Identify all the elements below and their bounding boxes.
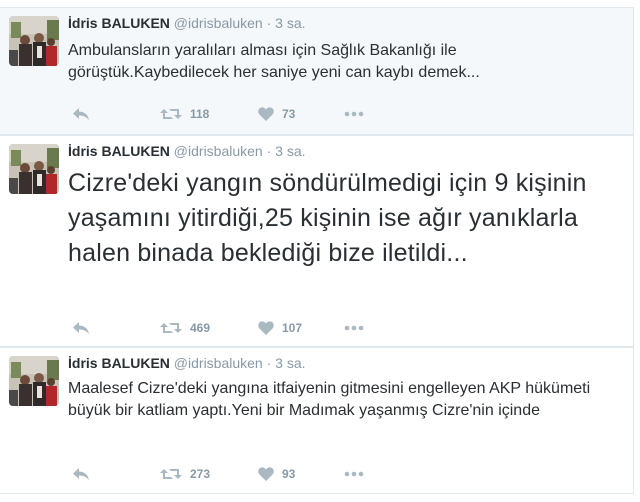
like-button[interactable]: 93	[258, 467, 316, 481]
tweet-actions: 273 93	[72, 464, 392, 484]
screen-name[interactable]: @idrisbaluken	[174, 355, 263, 371]
screen-name[interactable]: @idrisbaluken	[174, 143, 263, 159]
separator-dot: ·	[266, 355, 272, 371]
avatar[interactable]	[9, 16, 59, 66]
like-button[interactable]: 107	[258, 321, 316, 335]
fullname[interactable]: İdris BALUKEN	[68, 15, 170, 31]
reply-button[interactable]	[72, 107, 132, 121]
tweet-header: İdris BALUKEN @idrisbaluken · 3 sa.	[68, 354, 306, 372]
fullname[interactable]: İdris BALUKEN	[68, 355, 170, 371]
avatar-image	[9, 144, 59, 194]
reply-arrow-icon	[73, 108, 89, 120]
retweet-icon	[160, 109, 182, 119]
retweet-icon	[160, 469, 182, 479]
separator-dot: ·	[266, 15, 272, 31]
tweet-actions: 469 107	[72, 318, 392, 338]
tweet-feed: İdris BALUKEN @idrisbaluken · 3 sa. Ambu…	[0, 0, 640, 502]
retweet-button[interactable]: 469	[160, 321, 230, 335]
tweet-text: Cizre'deki yangın söndürülmedigi için 9 …	[68, 169, 587, 267]
retweet-count: 469	[190, 321, 211, 335]
more-button[interactable]	[344, 471, 364, 477]
like-button[interactable]: 73	[258, 107, 316, 121]
tweet-actions: 118 73	[72, 104, 392, 124]
avatar-image	[9, 356, 59, 406]
retweet-button[interactable]: 118	[160, 107, 230, 121]
reply-button[interactable]	[72, 467, 132, 481]
reply-button[interactable]	[72, 321, 132, 335]
more-button[interactable]	[344, 325, 364, 331]
tweet-text: Maalesef Cizre'deki yangına itfaiyenin g…	[68, 380, 591, 419]
timestamp[interactable]: 3 sa.	[275, 143, 305, 159]
tweet[interactable]: İdris BALUKEN @idrisbaluken · 3 sa. Cizr…	[0, 135, 634, 347]
retweet-icon	[160, 323, 182, 333]
tweet-text: Ambulansların yaralıları alması için Sağ…	[68, 42, 480, 81]
heart-icon	[258, 467, 274, 481]
more-dots-icon	[344, 471, 364, 477]
screen-name[interactable]: @idrisbaluken	[174, 15, 263, 31]
reply-arrow-icon	[73, 468, 89, 480]
tweet-header: İdris BALUKEN @idrisbaluken · 3 sa.	[68, 14, 306, 32]
timestamp[interactable]: 3 sa.	[275, 355, 305, 371]
separator-dot: ·	[266, 143, 272, 159]
heart-icon	[258, 321, 274, 335]
timestamp[interactable]: 3 sa.	[275, 15, 305, 31]
more-button[interactable]	[344, 111, 364, 117]
more-dots-icon	[344, 111, 364, 117]
tweet[interactable]: İdris BALUKEN @idrisbaluken · 3 sa. Maal…	[0, 347, 634, 494]
like-count: 93	[282, 467, 296, 481]
reply-arrow-icon	[73, 322, 89, 334]
fullname[interactable]: İdris BALUKEN	[68, 143, 170, 159]
retweet-count: 273	[190, 467, 211, 481]
avatar-image	[9, 16, 59, 66]
more-dots-icon	[344, 325, 364, 331]
retweet-count: 118	[190, 107, 210, 121]
tweet-header: İdris BALUKEN @idrisbaluken · 3 sa.	[68, 142, 306, 160]
like-count: 107	[282, 321, 303, 335]
like-count: 73	[282, 107, 296, 121]
heart-icon	[258, 107, 274, 121]
avatar[interactable]	[9, 356, 59, 406]
tweet[interactable]: İdris BALUKEN @idrisbaluken · 3 sa. Ambu…	[0, 7, 634, 135]
avatar[interactable]	[9, 144, 59, 194]
retweet-button[interactable]: 273	[160, 467, 230, 481]
